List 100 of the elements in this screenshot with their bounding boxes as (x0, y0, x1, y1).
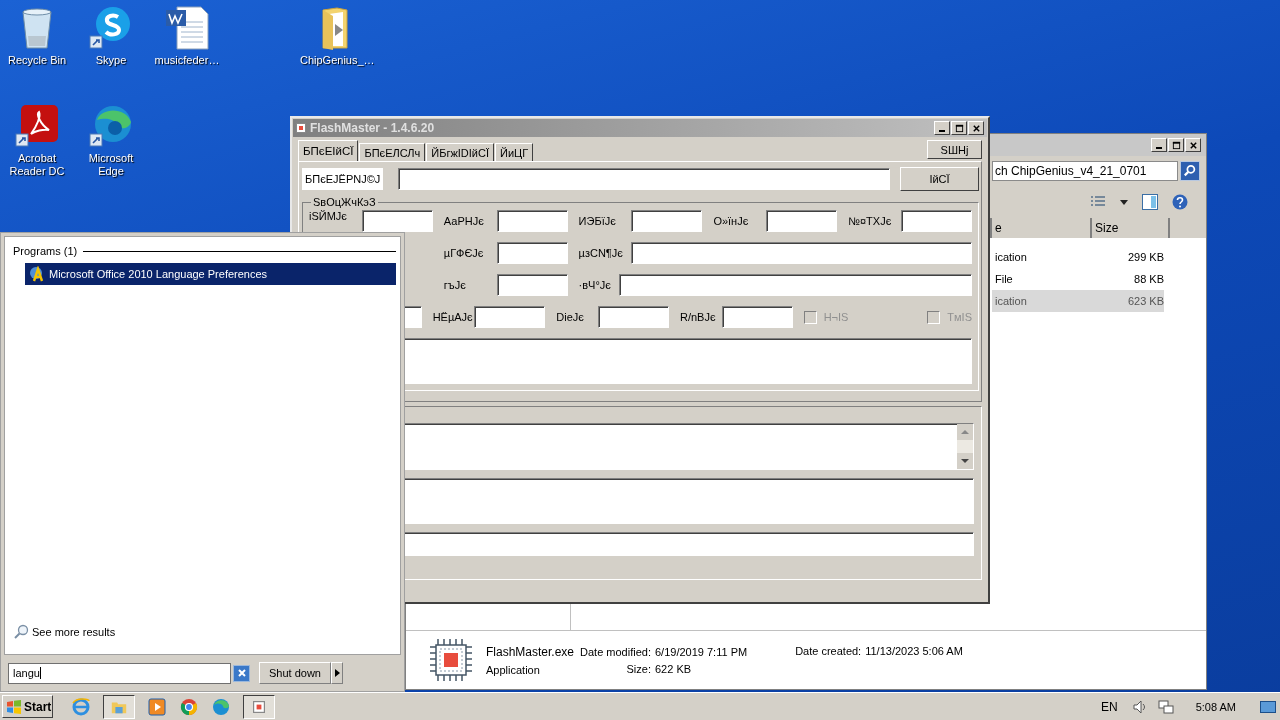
skype-icon[interactable] (89, 6, 133, 50)
desktop-icon-label: Skype (95, 54, 127, 67)
close-button[interactable] (968, 121, 984, 135)
input-field[interactable] (618, 274, 972, 296)
field-label: НЁµАЈє (432, 311, 473, 323)
speaker-icon[interactable] (1131, 698, 1148, 715)
field-label: О»їнЈє (713, 215, 749, 227)
scroll-down-icon[interactable] (957, 453, 973, 469)
input-field[interactable] (766, 210, 838, 232)
network-icon[interactable] (1157, 698, 1174, 715)
section-header: Programs (1) (13, 245, 78, 257)
start-button[interactable]: Start (2, 695, 53, 718)
input-field[interactable] (474, 306, 546, 328)
input-field[interactable] (496, 210, 568, 232)
pdf-reader-icon[interactable] (15, 104, 59, 148)
maximize-button[interactable] (951, 121, 967, 135)
file-kind: Application (486, 663, 541, 676)
clear-button[interactable] (233, 664, 250, 682)
input-field[interactable] (598, 306, 669, 328)
see-more-link[interactable]: See more results (13, 624, 116, 640)
maximize-button[interactable] (1168, 138, 1184, 152)
file-size: 623 KB (1126, 295, 1164, 307)
close-icon (1188, 140, 1198, 150)
search-icon (1183, 164, 1197, 178)
shut-down-options-button[interactable] (331, 662, 343, 684)
shut-down-button[interactable]: Shut down (259, 662, 331, 684)
file-size: 299 KB (1126, 251, 1164, 263)
input-field[interactable] (630, 242, 972, 264)
search-field[interactable]: ch ChipGenius_v4_21_0701 (992, 161, 1178, 181)
group-title: SвОцЖчКэЗ (312, 196, 377, 208)
input-field[interactable] (496, 274, 568, 296)
file-size: 88 KB (1133, 273, 1164, 285)
column-header[interactable]: e (992, 218, 1092, 238)
chip-icon (428, 637, 474, 683)
minimize-button[interactable] (1151, 138, 1167, 152)
file-type: ication (994, 251, 1028, 263)
field-label: іЅЙМЈє (309, 210, 347, 222)
input-field[interactable] (496, 242, 568, 264)
toolbar-button[interactable]: SШНј (927, 140, 982, 159)
help-icon[interactable] (1172, 194, 1188, 210)
search-button[interactable] (1180, 161, 1200, 181)
desktop-icon-label: Microsoft Edge (87, 152, 135, 178)
chrome-icon[interactable] (179, 696, 199, 717)
edge-icon[interactable] (89, 104, 133, 148)
file-type: File (994, 273, 1014, 285)
checkbox-label: TмIS (947, 311, 972, 323)
field-label: ИЭБїЈє (578, 215, 616, 227)
field-label: гъЈє (443, 279, 466, 291)
tab[interactable]: ЙиЦГ (495, 143, 534, 161)
input-field[interactable] (721, 306, 793, 328)
language-icon (29, 266, 45, 282)
tab[interactable]: ЙБгжІDІйСЇ (426, 143, 494, 161)
clock[interactable]: 5:08 AM (1195, 700, 1236, 713)
file-row[interactable]: File 88 KB (992, 268, 1164, 290)
word-document-icon[interactable] (165, 6, 209, 50)
detail-value: 11/13/2023 5:06 AM (865, 644, 963, 657)
file-type: ication (994, 295, 1028, 307)
windows-logo-icon (6, 698, 22, 715)
search-field[interactable]: langu (8, 662, 231, 684)
field-label: №¤ТХЈє (848, 215, 892, 227)
maximize-icon (1171, 140, 1181, 150)
dropdown-arrow-icon[interactable] (1120, 199, 1128, 205)
app-icon (253, 700, 265, 713)
minimize-icon (1156, 147, 1162, 149)
field-label: R/nBЈє (680, 311, 716, 323)
input-field[interactable] (398, 168, 890, 190)
media-player-icon[interactable] (147, 696, 167, 717)
search-result[interactable]: Microsoft Office 2010 Language Preferences (25, 263, 396, 285)
file-row[interactable]: ication 299 KB (992, 246, 1164, 268)
preview-pane-icon[interactable] (1142, 194, 1158, 210)
close-button[interactable] (1185, 138, 1201, 152)
scrollbar[interactable] (957, 424, 973, 469)
search-icon (13, 624, 29, 640)
window-title: FlashMaster - 1.4.6.20 (310, 121, 435, 135)
app-taskbar-button[interactable] (243, 694, 275, 719)
close-icon (971, 123, 981, 133)
input-field[interactable] (631, 210, 703, 232)
tab[interactable]: БПєЕЛСЛч (359, 143, 426, 161)
minimize-button[interactable] (934, 121, 950, 135)
input-field[interactable] (901, 210, 972, 232)
input-field[interactable] (361, 210, 433, 232)
field-label: ·вЧ°Јє (578, 279, 611, 291)
field-label: БПєЕЈЁРNЈ©Ј (302, 168, 384, 190)
detail-label: Date created: (795, 644, 862, 657)
column-header[interactable]: Size (1092, 218, 1170, 238)
tab[interactable]: БПєЕІйСЇ (298, 140, 359, 161)
field-label: µГФЄЈє (443, 247, 484, 259)
field-label: DieЈє (556, 311, 584, 323)
desktop-icon-label: Acrobat Reader DC (8, 152, 66, 178)
file-name: FlashMaster.exe (486, 644, 575, 659)
query-button[interactable]: ІйСЇ (900, 167, 979, 191)
field-label: µзСN¶Јє (578, 247, 623, 259)
desktop-icon-label: Recycle Bin (7, 54, 67, 67)
folder-taskbar-button[interactable] (103, 694, 135, 719)
file-row[interactable]: ication 623 KB (992, 290, 1164, 312)
language-indicator[interactable]: EN (1100, 699, 1118, 714)
maximize-icon (954, 123, 964, 133)
clear-icon (236, 668, 247, 678)
app-icon (296, 123, 306, 133)
show-desktop-icon[interactable] (1260, 698, 1276, 715)
